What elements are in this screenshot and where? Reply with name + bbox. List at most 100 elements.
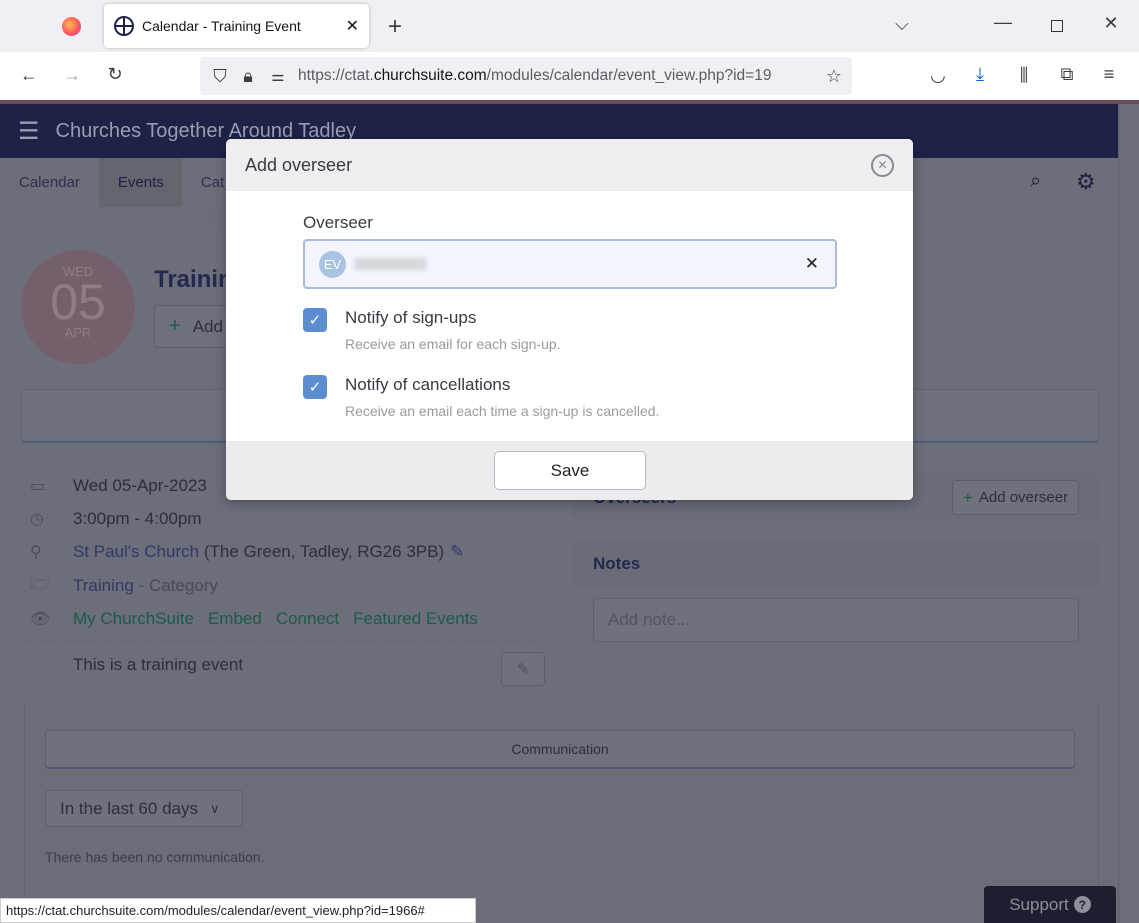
permissions-icon[interactable]: ⚌ <box>266 67 290 85</box>
status-bar-url: https://ctat.churchsuite.com/modules/cal… <box>0 898 476 923</box>
add-overseer-label: Add overseer <box>978 489 1069 506</box>
list-tabs-icon[interactable]: ⌵ <box>890 14 914 35</box>
notify-signups-option[interactable]: ✓ Notify of sign-ups Receive an email for… <box>303 308 561 352</box>
modal-title: Add overseer <box>245 154 353 175</box>
shield-icon[interactable]: ⛉ <box>208 66 232 87</box>
tab-title: Calendar - Training Event <box>142 18 301 34</box>
category-suffix: - Category <box>138 576 218 595</box>
event-time: 3:00pm - 4:00pm <box>73 509 202 528</box>
event-title: Trainin <box>154 266 233 293</box>
clock-icon: ◷ <box>30 511 44 528</box>
location-address: (The Green, Tadley, RG26 3PB) <box>203 542 445 561</box>
browser-tab-bar: Calendar - Training Event ✕ + ⌵ — ✕ <box>0 0 1139 52</box>
reload-icon[interactable]: ↻ <box>103 64 127 85</box>
url-prefix: https://ctat. <box>298 67 374 84</box>
help-icon: ? <box>1073 896 1091 913</box>
support-label: Support <box>1009 894 1069 914</box>
clear-icon[interactable]: ✕ <box>805 254 819 274</box>
add-note-input[interactable]: Add note... <box>593 598 1079 642</box>
notify-signups-label: Notify of sign-ups <box>345 308 477 327</box>
date-day: 05 <box>50 274 106 330</box>
url-path: /modules/calendar/event_view.php?id=19 <box>486 67 772 84</box>
save-button[interactable]: Save <box>494 451 646 490</box>
globe-icon <box>114 16 134 36</box>
notify-signups-help: Receive an email for each sign-up. <box>345 336 561 352</box>
url-text[interactable]: https://ctat.churchsuite.com/modules/cal… <box>298 67 771 85</box>
close-icon[interactable]: ✕ <box>871 153 894 177</box>
visibility-embed[interactable]: Embed <box>208 609 262 629</box>
notes-title: Notes <box>593 554 641 573</box>
map-pin-icon: ⚲ <box>30 544 42 561</box>
nav-events[interactable]: Events <box>98 158 182 207</box>
notify-signups-checkbox[interactable]: ✓ <box>303 308 327 332</box>
overseer-label: Overseer <box>303 213 373 232</box>
settings-icon[interactable]: ⚙ <box>1076 169 1096 195</box>
date-month: APR <box>64 325 92 340</box>
category-link[interactable]: Training <box>73 576 134 596</box>
no-communication-text: There has been no communication. <box>45 849 265 865</box>
visibility-connect[interactable]: Connect <box>276 609 339 629</box>
event-description: This is a training event <box>73 655 244 674</box>
scrollbar[interactable] <box>1118 104 1139 923</box>
calendar-icon: ▭ <box>30 478 46 495</box>
eye-icon: 👁︎ <box>30 611 51 628</box>
firefox-icon[interactable] <box>62 17 81 36</box>
event-time-row: ◷ 3:00pm - 4:00pm <box>30 507 202 531</box>
visibility-my-churchsuite[interactable]: My ChurchSuite <box>73 609 194 629</box>
event-date-row: ▭ Wed 05-Apr-2023 <box>30 474 207 498</box>
close-window-icon[interactable]: ✕ <box>1099 13 1123 34</box>
modal-footer: Save <box>226 441 913 500</box>
notify-cancellations-option[interactable]: ✓ Notify of cancellations Receive an emai… <box>303 375 659 419</box>
bookmarks-icon[interactable]: ⫼ <box>1012 65 1036 86</box>
event-date: Wed 05-Apr-2023 <box>73 476 207 495</box>
period-dropdown[interactable]: In the last 60 days ∨ <box>45 790 243 827</box>
notify-cancellations-checkbox[interactable]: ✓ <box>303 375 327 399</box>
event-visibility-row: 👁︎ My ChurchSuite Embed Connect Featured… <box>30 607 478 631</box>
visibility-featured-events[interactable]: Featured Events <box>353 609 478 629</box>
search-icon[interactable]: ⌕ <box>1030 170 1041 193</box>
hamburger-icon[interactable]: ☰ <box>18 117 40 146</box>
note-placeholder: Add note... <box>608 610 691 629</box>
url-domain: churchsuite.com <box>373 67 487 84</box>
extensions-icon[interactable]: ⧉ <box>1055 64 1079 85</box>
location-link[interactable]: St Paul's Church <box>73 542 199 562</box>
avatar: EV <box>319 250 346 278</box>
forward-icon[interactable]: → <box>60 65 84 86</box>
nav-calendar[interactable]: Calendar <box>0 158 99 207</box>
download-icon[interactable]: ⤓ <box>968 64 992 85</box>
url-bar[interactable]: ⛉ 🔒︎ ⚌ https://ctat.churchsuite.com/modu… <box>200 57 852 95</box>
plus-icon: + <box>962 487 973 507</box>
add-overseer-button[interactable]: + Add overseer <box>952 480 1079 515</box>
overseer-select[interactable]: EV ✕ <box>303 239 837 289</box>
chevron-down-icon: ∨ <box>209 800 220 816</box>
event-location-row: ⚲ St Paul's Church (The Green, Tadley, RG… <box>30 540 464 564</box>
browser-tab[interactable]: Calendar - Training Event ✕ <box>104 4 369 48</box>
event-category-row: 🗁︎ Training - Category <box>30 574 218 598</box>
communication-tab[interactable]: Communication <box>45 730 1075 769</box>
support-button[interactable]: Support? <box>984 886 1116 923</box>
minimize-icon[interactable]: — <box>991 12 1015 33</box>
notify-cancellations-label: Notify of cancellations <box>345 375 511 394</box>
modal-header: Add overseer ✕ <box>226 139 913 191</box>
add-overseer-modal: Add overseer ✕ Overseer EV ✕ ✓ Notify of… <box>226 139 913 500</box>
close-tab-icon[interactable]: ✕ <box>346 16 359 36</box>
bookmark-star-icon[interactable]: ☆ <box>822 66 846 87</box>
maximize-icon[interactable] <box>1051 20 1063 32</box>
menu-icon[interactable]: ≡ <box>1097 64 1121 85</box>
edit-description-button[interactable]: ✎ <box>501 652 545 686</box>
period-value: In the last 60 days <box>60 798 198 818</box>
plus-icon: + <box>169 315 181 337</box>
overseer-name-blurred <box>354 258 426 270</box>
lock-icon[interactable]: 🔒︎ <box>236 66 260 87</box>
pocket-icon[interactable]: ◡ <box>926 65 950 86</box>
add-label: Add <box>192 316 223 336</box>
date-badge: WED 05 APR <box>21 250 135 364</box>
pencil-icon[interactable]: ✎ <box>450 542 464 562</box>
new-tab-icon[interactable]: + <box>383 13 407 41</box>
save-label: Save <box>550 460 590 480</box>
back-icon[interactable]: ← <box>17 65 41 86</box>
folder-icon: 🗁︎ <box>30 575 50 593</box>
divider <box>24 641 546 642</box>
communication-label: Communication <box>511 741 609 757</box>
notify-cancellations-help: Receive an email each time a sign-up is … <box>345 403 660 419</box>
